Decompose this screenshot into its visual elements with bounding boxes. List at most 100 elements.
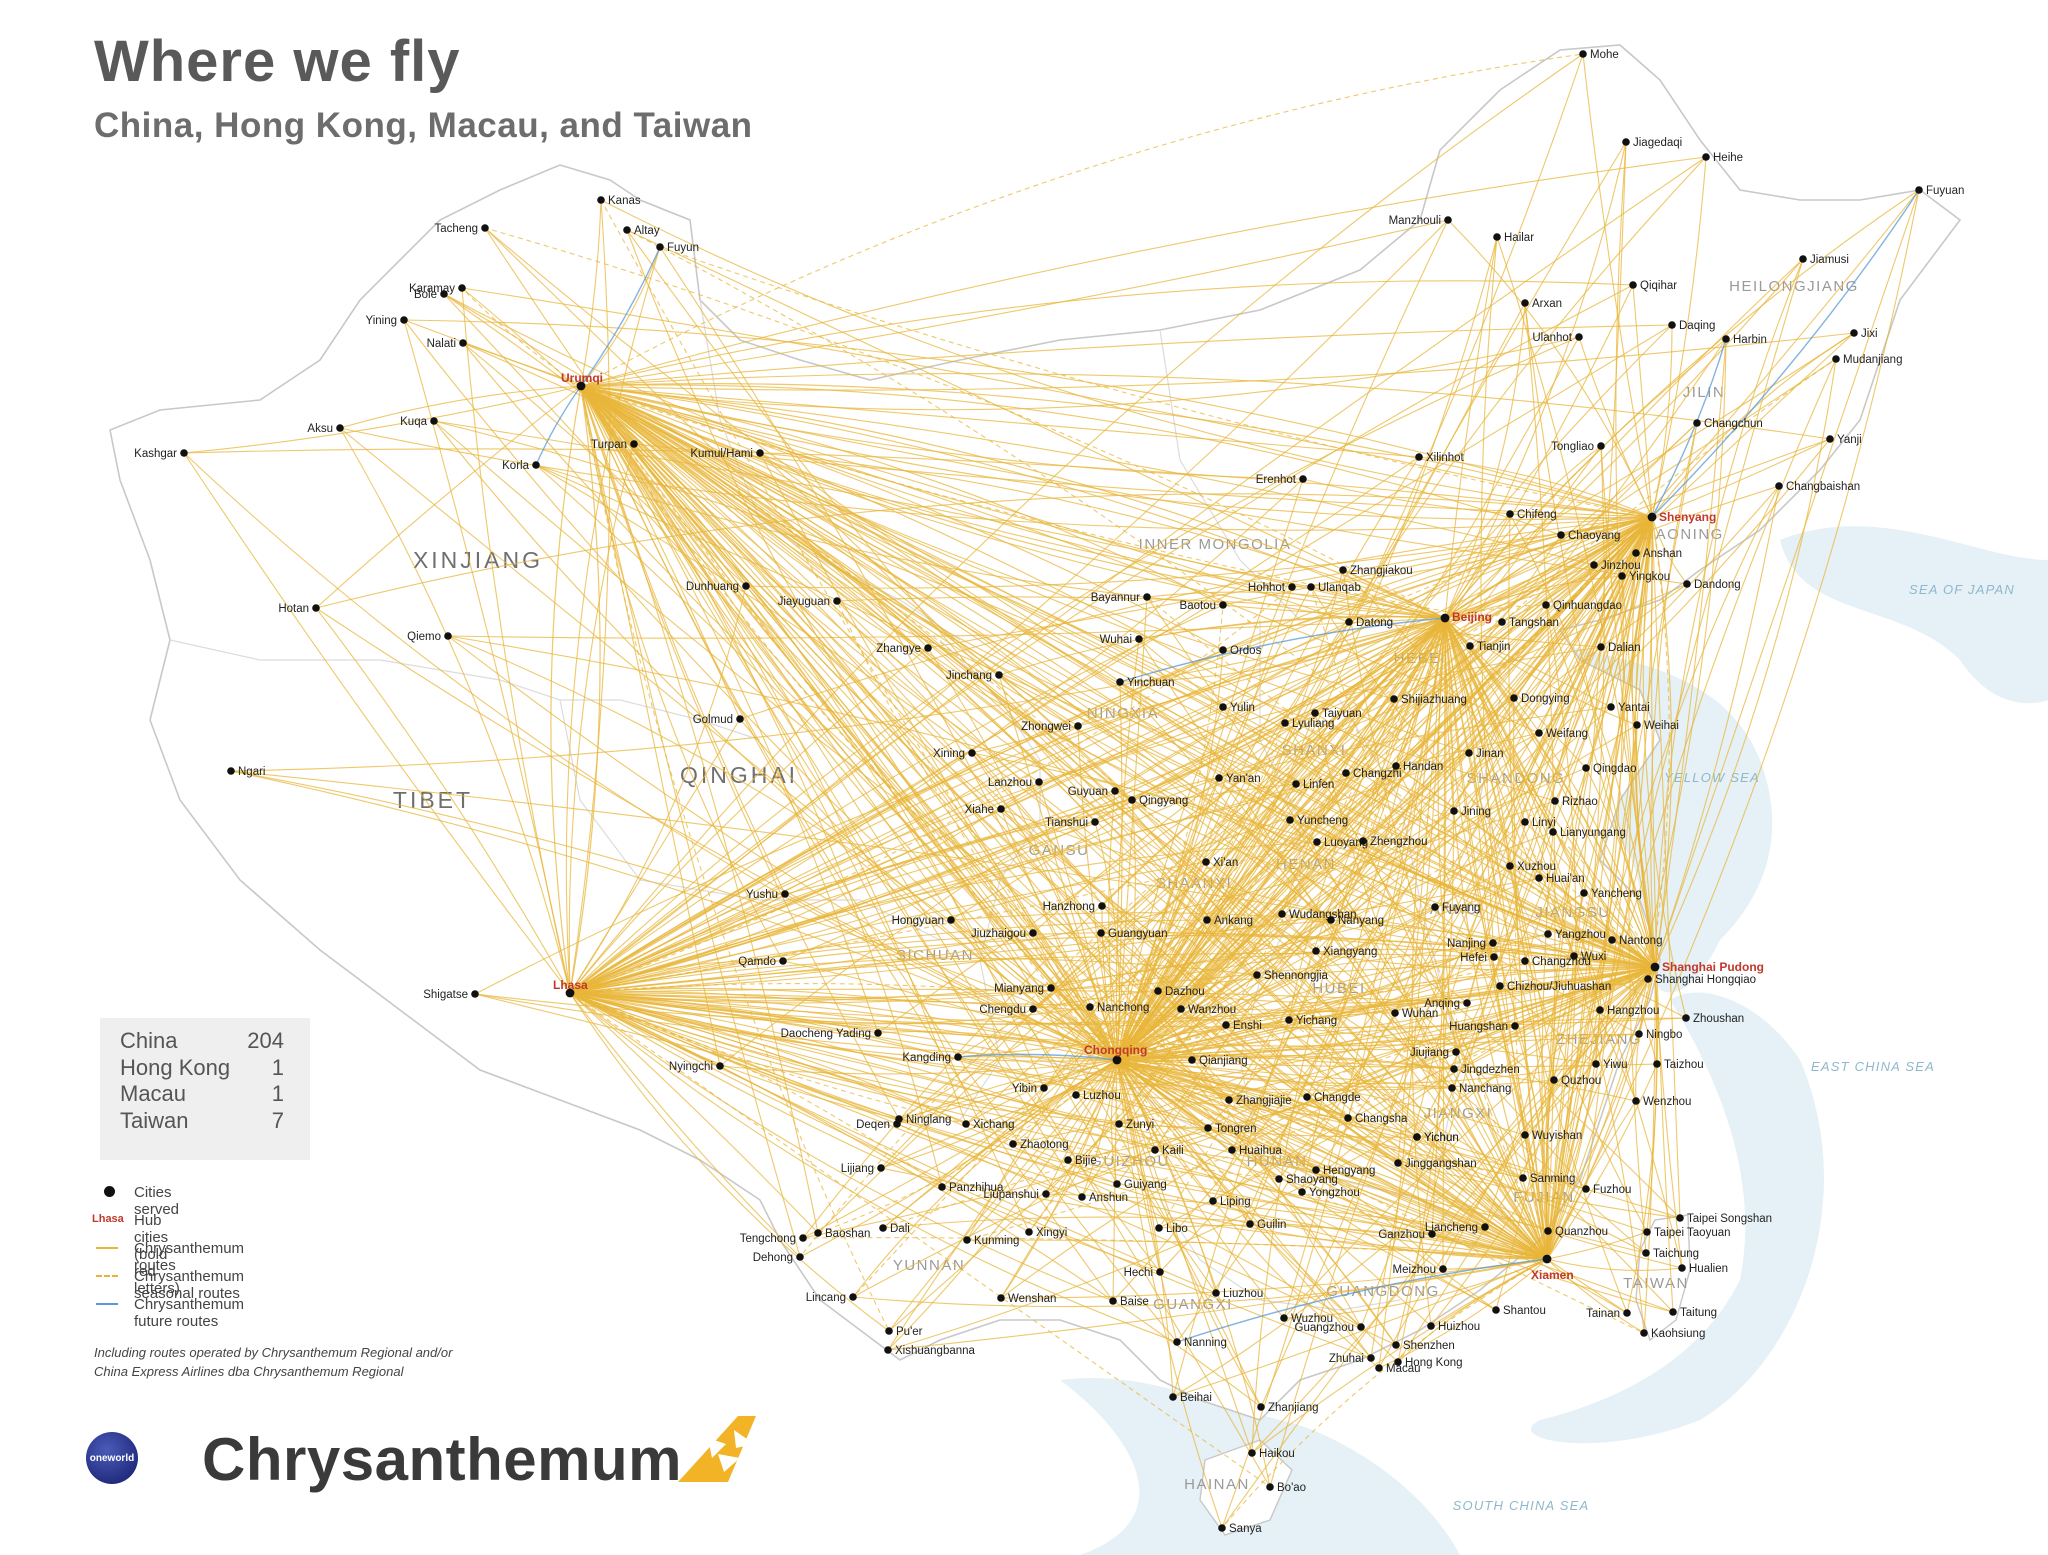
- city-marker-shijiazhuang[interactable]: [1390, 695, 1398, 703]
- city-marker-daocheng-yading[interactable]: [874, 1029, 882, 1037]
- hub-marker-xiamen[interactable]: [1542, 1254, 1552, 1264]
- city-marker-xiangyang[interactable]: [1312, 947, 1320, 955]
- city-marker-zhuhai[interactable]: [1367, 1354, 1375, 1362]
- city-marker-shigatse[interactable]: [471, 990, 479, 998]
- city-marker-yancheng[interactable]: [1580, 889, 1588, 897]
- city-marker-jiagedaqi[interactable]: [1622, 138, 1630, 146]
- city-marker-guiyang[interactable]: [1113, 1180, 1121, 1188]
- city-marker-fuyang[interactable]: [1431, 903, 1439, 911]
- city-marker-yinchuan[interactable]: [1116, 678, 1124, 686]
- city-marker-zhangye[interactable]: [924, 644, 932, 652]
- city-marker-qiqihar[interactable]: [1629, 281, 1637, 289]
- city-marker-ningbo[interactable]: [1635, 1030, 1643, 1038]
- city-marker-qianjiang[interactable]: [1188, 1056, 1196, 1064]
- city-marker-dehong[interactable]: [796, 1253, 804, 1261]
- hub-marker-shenyang[interactable]: [1647, 512, 1657, 522]
- city-marker-lincang[interactable]: [849, 1293, 857, 1301]
- city-marker-zhongwei[interactable]: [1074, 722, 1082, 730]
- city-marker-yushu[interactable]: [781, 890, 789, 898]
- city-marker-guangzhou[interactable]: [1357, 1323, 1365, 1331]
- city-marker-qamdo[interactable]: [779, 957, 787, 965]
- city-marker-chifeng[interactable]: [1506, 510, 1514, 518]
- city-marker-shennongjia[interactable]: [1253, 971, 1261, 979]
- city-marker-aksu[interactable]: [336, 424, 344, 432]
- city-marker-kanas[interactable]: [597, 196, 605, 204]
- city-marker-dazhou[interactable]: [1154, 987, 1162, 995]
- city-marker-wudangshan[interactable]: [1278, 910, 1286, 918]
- city-marker-yongzhou[interactable]: [1298, 1188, 1306, 1196]
- city-marker-yibin[interactable]: [1040, 1084, 1048, 1092]
- city-marker-xi-an[interactable]: [1202, 858, 1210, 866]
- city-marker-xilinhot[interactable]: [1415, 453, 1423, 461]
- city-marker-zhangjiajie[interactable]: [1225, 1096, 1233, 1104]
- city-marker-nalati[interactable]: [459, 339, 467, 347]
- city-marker-nanchang[interactable]: [1448, 1084, 1456, 1092]
- city-marker-hailar[interactable]: [1493, 233, 1501, 241]
- city-marker-handan[interactable]: [1392, 762, 1400, 770]
- city-marker-tainan[interactable]: [1623, 1309, 1631, 1317]
- city-marker-hualien[interactable]: [1678, 1264, 1686, 1272]
- city-marker-nantong[interactable]: [1608, 936, 1616, 944]
- city-marker-hotan[interactable]: [312, 604, 320, 612]
- city-marker-zhanjiang[interactable]: [1257, 1403, 1265, 1411]
- city-marker-changde[interactable]: [1303, 1093, 1311, 1101]
- city-marker-mohe[interactable]: [1579, 50, 1587, 58]
- city-marker-zhoushan[interactable]: [1682, 1014, 1690, 1022]
- city-marker-dalian[interactable]: [1597, 643, 1605, 651]
- city-marker-hohhot[interactable]: [1288, 583, 1296, 591]
- city-marker-huangshan[interactable]: [1511, 1022, 1519, 1030]
- city-marker-libo[interactable]: [1155, 1224, 1163, 1232]
- city-marker-zhaotong[interactable]: [1009, 1140, 1017, 1148]
- city-marker-weihai[interactable]: [1633, 721, 1641, 729]
- city-marker-yangzhou[interactable]: [1544, 930, 1552, 938]
- city-marker-kumul-hami[interactable]: [756, 449, 764, 457]
- city-marker-xining[interactable]: [968, 749, 976, 757]
- city-marker-yan-an[interactable]: [1215, 774, 1223, 782]
- city-marker-zunyi[interactable]: [1115, 1120, 1123, 1128]
- city-marker-liuzhou[interactable]: [1212, 1289, 1220, 1297]
- city-marker-dandong[interactable]: [1683, 580, 1691, 588]
- city-marker-baise[interactable]: [1109, 1297, 1117, 1305]
- city-marker-weifang[interactable]: [1535, 729, 1543, 737]
- city-marker-liancheng[interactable]: [1481, 1223, 1489, 1231]
- city-marker-dunhuang[interactable]: [742, 582, 750, 590]
- city-marker-bayannur[interactable]: [1143, 593, 1151, 601]
- city-marker-taizhou[interactable]: [1653, 1060, 1661, 1068]
- city-marker-wanzhou[interactable]: [1177, 1005, 1185, 1013]
- city-marker-datong[interactable]: [1345, 618, 1353, 626]
- city-marker-sanming[interactable]: [1519, 1174, 1527, 1182]
- city-marker-kaili[interactable]: [1151, 1146, 1159, 1154]
- hub-marker-beijing[interactable]: [1440, 613, 1450, 623]
- city-marker-ankang[interactable]: [1203, 916, 1211, 924]
- city-marker-karamay[interactable]: [458, 284, 466, 292]
- city-marker-xichang[interactable]: [962, 1120, 970, 1128]
- city-marker-mianyang[interactable]: [1047, 984, 1055, 992]
- city-marker-qingyang[interactable]: [1128, 796, 1136, 804]
- city-marker-wenzhou[interactable]: [1632, 1097, 1640, 1105]
- city-marker-xiahe[interactable]: [997, 805, 1005, 813]
- city-marker-xingyi[interactable]: [1025, 1228, 1033, 1236]
- city-marker-chizhou-jiuhuashan[interactable]: [1496, 982, 1504, 990]
- city-marker-tacheng[interactable]: [481, 224, 489, 232]
- city-marker-tangshan[interactable]: [1498, 618, 1506, 626]
- city-marker-anqing[interactable]: [1463, 999, 1471, 1007]
- city-marker-sanya[interactable]: [1218, 1524, 1226, 1532]
- city-marker-pu-er[interactable]: [885, 1327, 893, 1335]
- city-marker-yichun[interactable]: [1413, 1133, 1421, 1141]
- city-marker-beihai[interactable]: [1169, 1393, 1177, 1401]
- city-marker-taipei-songshan[interactable]: [1676, 1214, 1684, 1222]
- city-marker-enshi[interactable]: [1222, 1021, 1230, 1029]
- city-marker-wuyishan[interactable]: [1521, 1131, 1529, 1139]
- city-marker-linyi[interactable]: [1521, 818, 1529, 826]
- city-marker-hefei[interactable]: [1490, 953, 1498, 961]
- city-marker-nyingchi[interactable]: [716, 1062, 724, 1070]
- city-marker-kaohsiung[interactable]: [1640, 1329, 1648, 1337]
- city-marker-hongyuan[interactable]: [947, 916, 955, 924]
- city-marker-ninglang[interactable]: [895, 1115, 903, 1123]
- city-marker-tongliao[interactable]: [1597, 442, 1605, 450]
- city-marker-ulanhot[interactable]: [1575, 333, 1583, 341]
- city-marker-nanning[interactable]: [1173, 1338, 1181, 1346]
- city-marker-luoyang[interactable]: [1313, 838, 1321, 846]
- city-marker-bijie[interactable]: [1064, 1156, 1072, 1164]
- city-marker-yanji[interactable]: [1826, 435, 1834, 443]
